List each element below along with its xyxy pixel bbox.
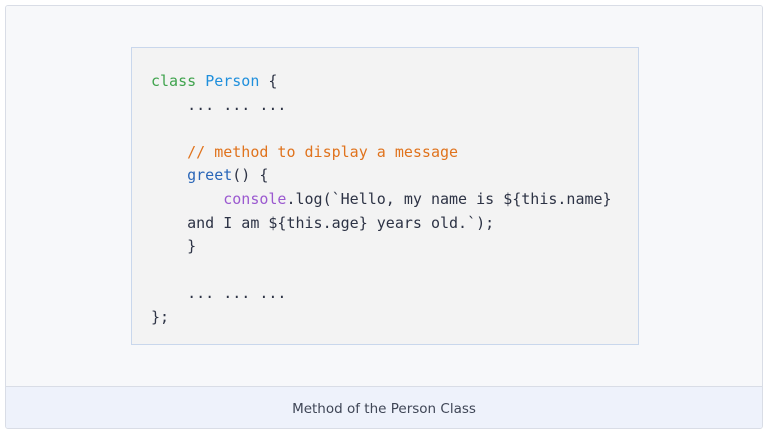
code-block: class Person { ... ... ... // method to …	[131, 47, 639, 345]
code-line: };	[151, 306, 638, 330]
code-token: console	[223, 189, 287, 208]
code-token: ... ... ...	[151, 284, 287, 303]
code-token: and I am ${this.age} years old.`);	[151, 213, 495, 232]
code-figure: class Person { ... ... ... // method to …	[5, 5, 763, 429]
code-line: // method to display a message	[151, 141, 638, 165]
code-line: ... ... ...	[151, 94, 638, 118]
code-token: {	[259, 72, 278, 90]
code-token: };	[151, 307, 170, 326]
figure-caption: Method of the Person Class	[292, 400, 476, 417]
code-line: class Person {	[151, 70, 638, 94]
code-line: }	[151, 235, 638, 259]
code-line: ... ... ...	[151, 282, 638, 306]
code-token: () {	[232, 166, 269, 185]
code-line: greet() {	[151, 164, 638, 188]
figure-body: class Person { ... ... ... // method to …	[6, 6, 762, 386]
code-token: ... ... ...	[151, 95, 287, 114]
code-line: console.log(`Hello, my name is ${this.na…	[151, 188, 638, 212]
code-token: Person	[205, 72, 260, 90]
code-token: }	[151, 237, 197, 256]
code-token: class	[151, 72, 197, 90]
caption-bar: Method of the Person Class	[6, 386, 762, 428]
code-line: and I am ${this.age} years old.`);	[151, 212, 638, 236]
code-token: // method to display a message	[187, 142, 459, 161]
code-content: class Person { ... ... ... // method to …	[151, 70, 638, 330]
code-token: .log(`Hello, my name is ${this.name}	[286, 189, 612, 208]
code-token: greet	[187, 166, 233, 185]
